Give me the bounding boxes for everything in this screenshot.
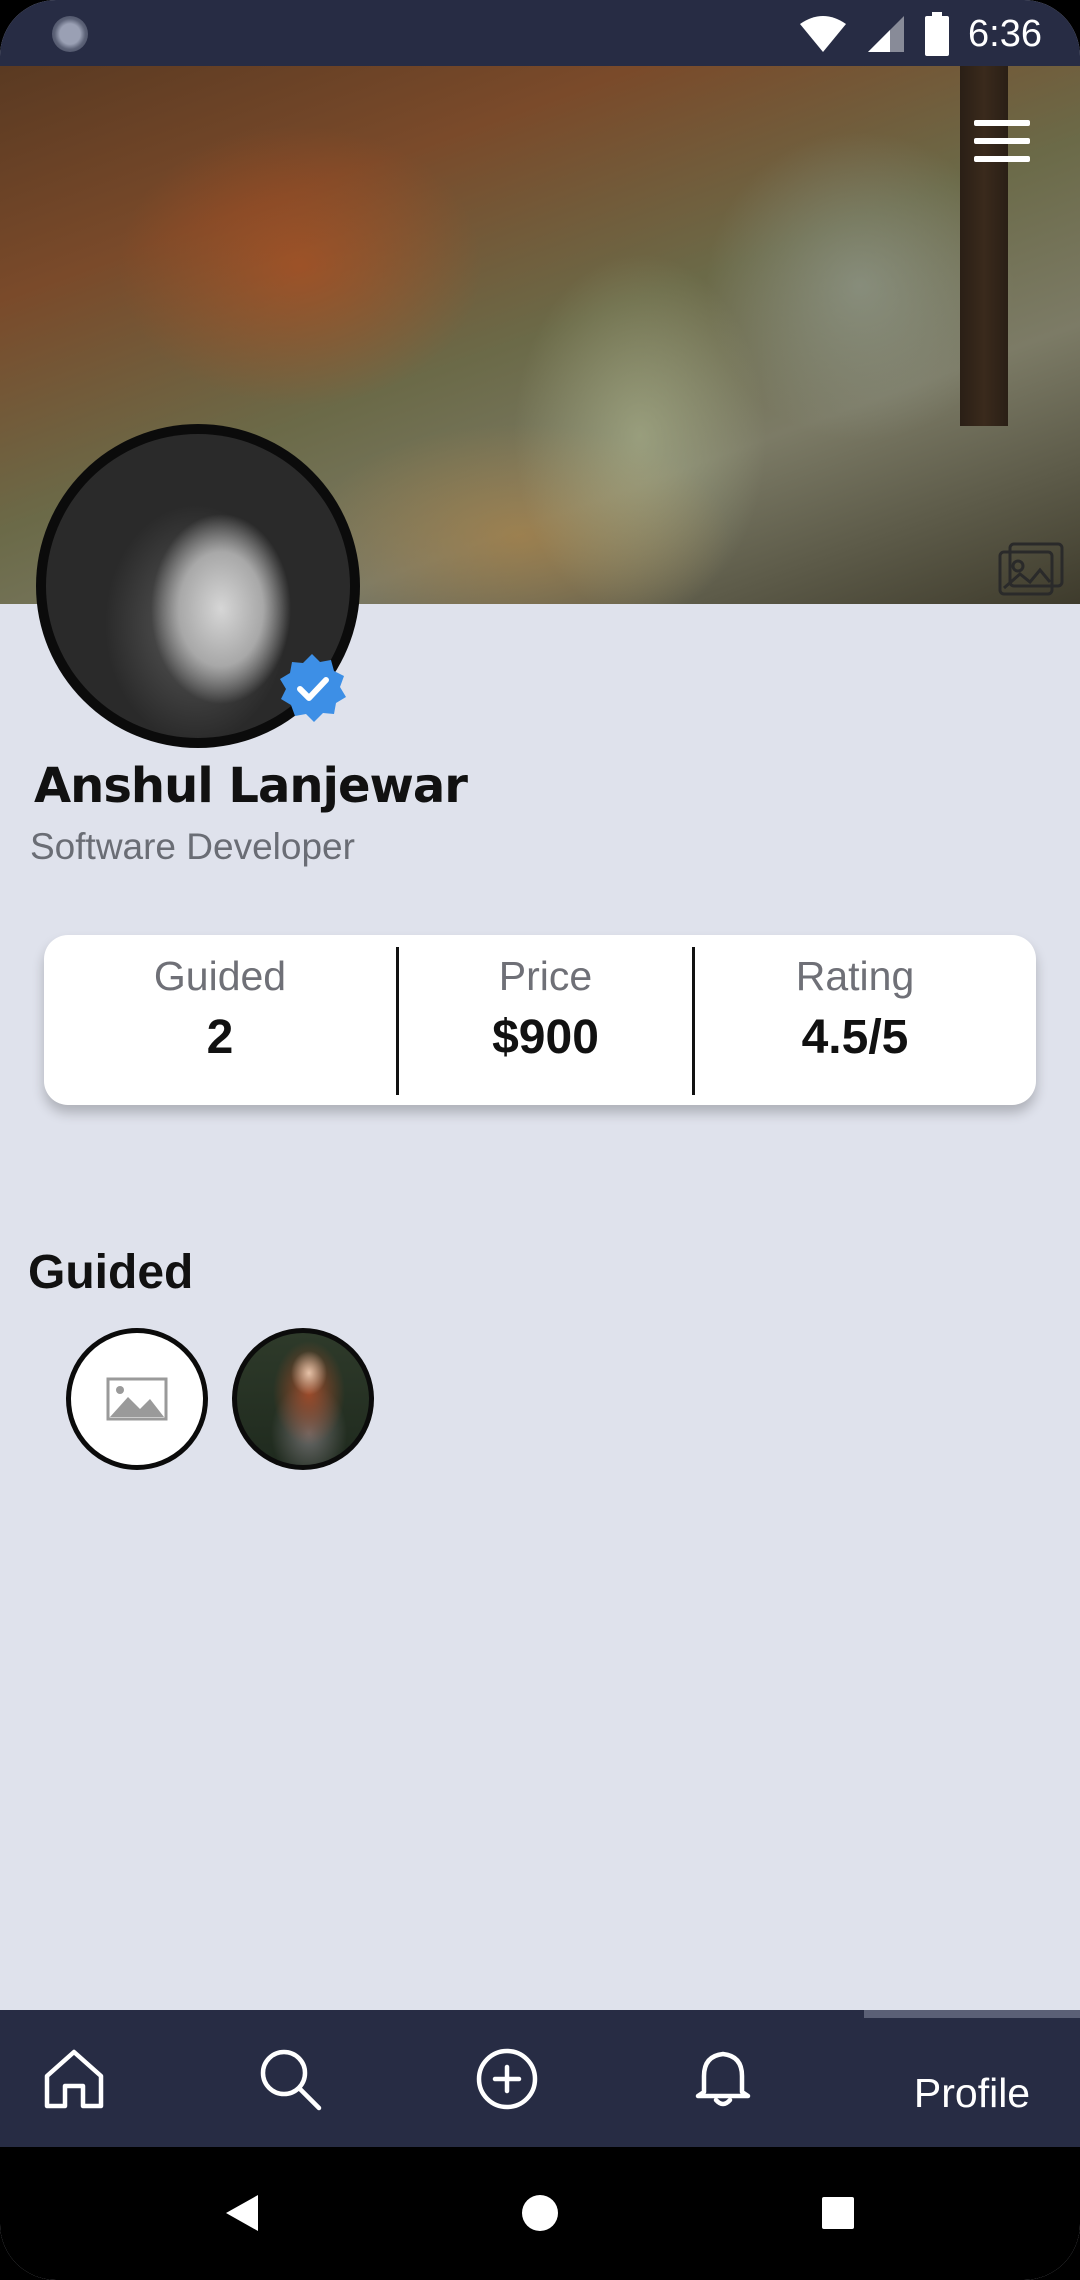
bell-icon bbox=[695, 2051, 751, 2106]
guided-item-placeholder[interactable] bbox=[66, 1328, 208, 1470]
recents-icon[interactable] bbox=[820, 2195, 856, 2231]
add-circle-icon bbox=[476, 2048, 538, 2109]
guided-user-photo bbox=[237, 1333, 369, 1465]
signal-icon bbox=[868, 16, 905, 52]
verified-badge-icon bbox=[280, 654, 346, 722]
home-button-icon[interactable] bbox=[520, 2193, 560, 2233]
stat-price: Price $900 bbox=[399, 935, 692, 1105]
home-icon bbox=[44, 2049, 104, 2108]
stat-label: Guided bbox=[153, 953, 287, 999]
stats-card: Guided 2 Price $900 Rating 4.5/5 bbox=[44, 935, 1036, 1105]
status-time: 6:36 bbox=[968, 13, 1042, 55]
status-icons: 6:36 bbox=[798, 8, 1042, 60]
notification-icon bbox=[52, 16, 88, 52]
stat-value: 2 bbox=[206, 1011, 234, 1064]
profile-role: Software Developer bbox=[30, 826, 355, 867]
stat-value: 4.5/5 bbox=[801, 1011, 909, 1064]
hamburger-menu-icon[interactable] bbox=[974, 120, 1030, 162]
image-placeholder-icon bbox=[106, 1377, 168, 1421]
stat-rating: Rating 4.5/5 bbox=[695, 935, 1015, 1105]
guided-section-title: Guided bbox=[28, 1246, 194, 1299]
nav-profile[interactable]: Profile bbox=[864, 2010, 1080, 2147]
bottom-nav: Profile bbox=[0, 2010, 1080, 2147]
stat-label: Price bbox=[498, 953, 593, 999]
status-bar: 6:36 bbox=[0, 0, 1080, 66]
screen: 6:36 Anshul Lanjewar Software Developer … bbox=[0, 0, 1080, 2280]
image-edit-icon[interactable] bbox=[996, 540, 1066, 598]
guided-user-avatar[interactable] bbox=[232, 1328, 374, 1470]
back-icon[interactable] bbox=[222, 2193, 262, 2233]
profile-name: Anshul Lanjewar bbox=[34, 758, 468, 814]
stat-label: Rating bbox=[795, 953, 915, 999]
stat-value: $900 bbox=[492, 1011, 599, 1064]
system-nav-bar bbox=[0, 2147, 1080, 2280]
stat-guided: Guided 2 bbox=[44, 935, 396, 1105]
nav-add[interactable] bbox=[437, 2010, 577, 2147]
wifi-icon bbox=[800, 16, 847, 52]
search-icon bbox=[260, 2049, 322, 2110]
nav-notifications[interactable] bbox=[653, 2010, 793, 2147]
battery-icon bbox=[925, 12, 950, 56]
nav-home[interactable] bbox=[4, 2010, 144, 2147]
nav-search[interactable] bbox=[220, 2010, 360, 2147]
